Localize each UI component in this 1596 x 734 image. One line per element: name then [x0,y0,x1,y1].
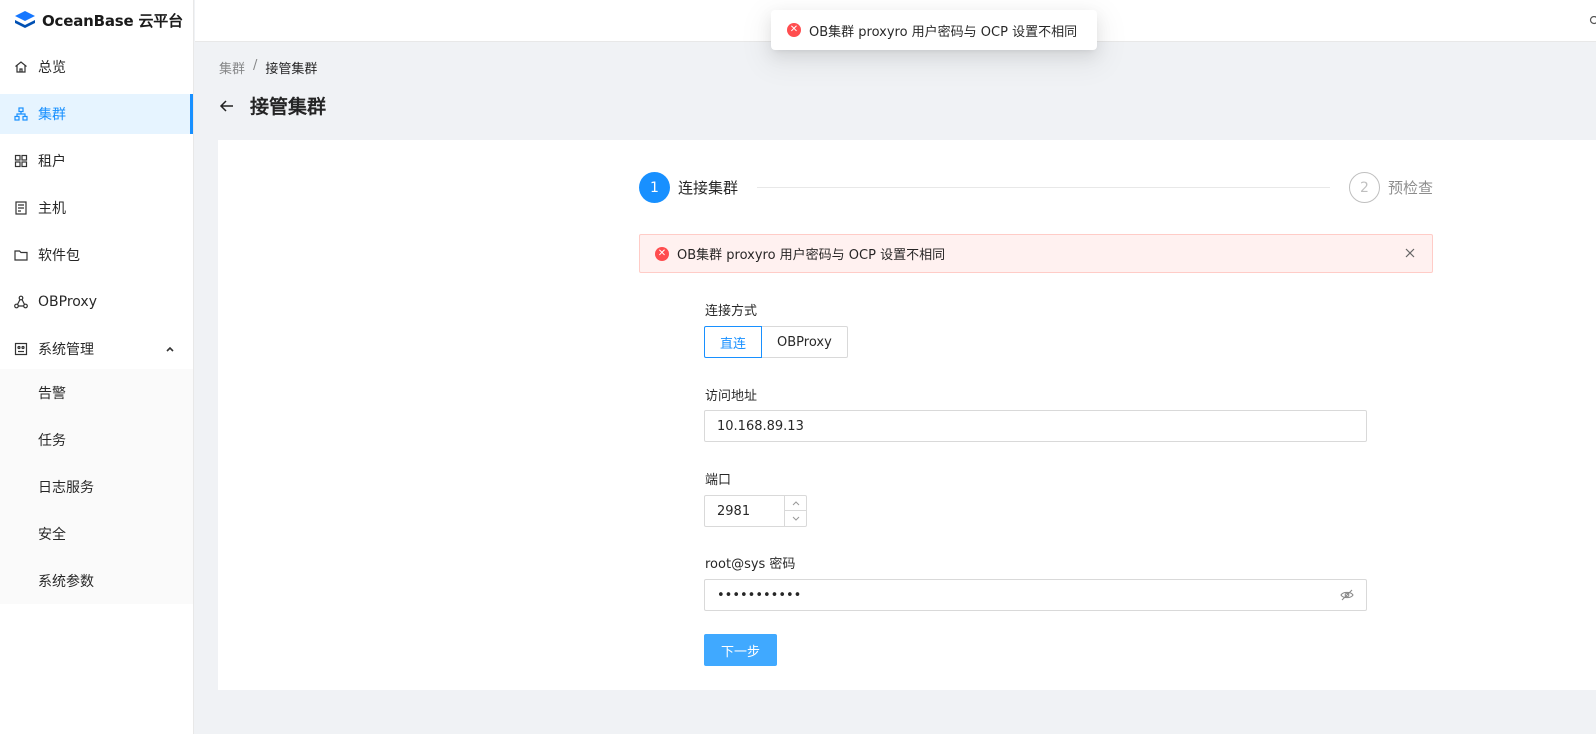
alert-message: OB集群 proxyro 用户密码与 OCP 设置不相同 [677,248,946,263]
breadcrumb-separator: / [253,58,258,73]
cluster-icon [14,107,28,121]
chevron-up-icon[interactable] [785,496,806,511]
page-header: 接管集群 [219,92,326,119]
sidebar-item-label: 告警 [38,385,66,402]
sidebar-item-overview[interactable]: 总览 [0,47,193,87]
sidebar-item-tenant[interactable]: 租户 [0,141,193,181]
oceanbase-logo-icon [14,10,36,30]
address-label: 访问地址 [705,389,758,404]
home-icon [14,60,28,74]
port-label: 端口 [705,473,732,488]
step-number: 2 [1348,172,1380,203]
eye-invisible-icon[interactable] [1340,588,1354,602]
connection-mode-obproxy[interactable]: OBProxy [762,326,848,358]
sidebar-item-label: OBProxy [38,294,97,310]
breadcrumb-current: 接管集群 [265,62,318,77]
sidebar-item-label: 租户 [38,154,66,170]
sidebar-item-label: 集群 [38,107,66,123]
logo[interactable]: OceanBase 云平台 [0,0,193,40]
system-management-submenu: 告警 任务 日志服务 安全 系统参数 [0,369,193,604]
connection-mode-direct[interactable]: 直连 [704,326,763,358]
tenant-grid-icon [14,154,28,168]
step-connect-cluster: 1 连接集群 [639,172,738,203]
sidebar-item-label: 安全 [38,526,66,543]
help-icon[interactable] [1588,14,1596,25]
step-label: 预检查 [1387,179,1433,197]
folder-icon [14,248,28,262]
sidebar-item-label: 主机 [38,201,66,217]
page-title: 接管集群 [250,96,327,118]
chevron-down-icon[interactable] [785,511,806,526]
address-value: 10.168.89.13 [717,418,804,434]
sidebar-item-software-package[interactable]: 软件包 [0,235,193,275]
next-step-button[interactable]: 下一步 [704,634,777,666]
connection-mode-radio-group: 直连 OBProxy [704,326,848,358]
password-label: root@sys 密码 [705,557,796,572]
sidebar-item-label: 系统管理 [38,342,94,358]
close-icon[interactable] [1404,247,1416,259]
arrow-left-icon[interactable] [219,98,235,114]
sidebar-item-label: 软件包 [38,248,80,264]
proxy-icon [14,295,28,309]
sidebar-item-obproxy[interactable]: OBProxy [0,282,193,322]
password-value: ••••••••••• [717,587,802,603]
sidebar-item-label: 系统参数 [38,573,94,590]
breadcrumb: 集群 / 接管集群 [219,58,317,77]
step-label: 连接集群 [678,179,739,197]
host-icon [14,201,28,215]
sidebar-item-alarm[interactable]: 告警 [0,369,193,416]
password-input[interactable]: ••••••••••• [704,579,1367,611]
error-toast: ✕ OB集群 proxyro 用户密码与 OCP 设置不相同 [771,10,1097,50]
error-circle-icon: ✕ [787,23,801,37]
brand-name: OceanBase 云平台 [42,11,183,30]
step-precheck: 2 预检查 [1348,172,1433,203]
steps: 1 连接集群 2 预检查 [639,172,1433,204]
error-alert: ✕ OB集群 proxyro 用户密码与 OCP 设置不相同 [639,234,1433,273]
step-number: 1 [639,172,670,203]
sidebar-item-host[interactable]: 主机 [0,188,193,228]
error-circle-icon: ✕ [655,246,669,261]
sidebar-item-label: 日志服务 [38,479,94,496]
sidebar-item-cluster[interactable]: 集群 [0,94,193,134]
port-input[interactable]: 2981 [704,495,807,527]
address-input[interactable]: 10.168.89.13 [704,410,1367,442]
step-connector [757,187,1330,188]
sidebar-item-security[interactable]: 安全 [0,510,193,557]
connection-mode-label: 连接方式 [705,304,758,319]
sidebar-item-task[interactable]: 任务 [0,416,193,463]
port-value: 2981 [717,503,751,519]
chevron-up-icon [165,342,175,358]
sidebar-item-label: 总览 [38,60,66,76]
sidebar: OceanBase 云平台 总览 集群 租户 主机 软件包 OBProxy 系统… [0,0,194,734]
sidebar-item-system-management[interactable]: 系统管理 [0,329,193,369]
sidebar-item-label: 任务 [38,432,66,449]
breadcrumb-parent[interactable]: 集群 [219,58,245,77]
toast-message: OB集群 proxyro 用户密码与 OCP 设置不相同 [809,24,1078,40]
sidebar-item-system-params[interactable]: 系统参数 [0,557,193,604]
sidebar-item-log-service[interactable]: 日志服务 [0,463,193,510]
port-stepper [784,496,806,526]
system-icon [14,342,28,356]
